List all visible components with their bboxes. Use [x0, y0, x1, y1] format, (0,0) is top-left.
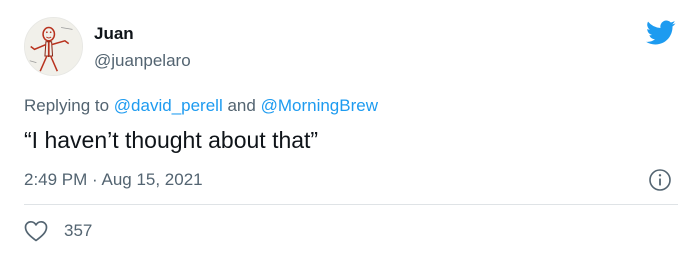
author-handle[interactable]: @juanpelaro	[94, 51, 191, 71]
tweet-timestamp[interactable]: 2:49 PM · Aug 15, 2021	[24, 170, 203, 190]
child-drawing-avatar-icon	[25, 18, 82, 75]
mention-link-morningbrew[interactable]: @MorningBrew	[261, 96, 378, 115]
tweet-text: “I haven’t thought about that”	[24, 127, 319, 153]
reply-connector: and	[227, 96, 256, 115]
heart-icon	[24, 220, 48, 242]
like-count: 357	[64, 221, 93, 240]
info-icon[interactable]	[648, 168, 672, 192]
reply-context: Replying to @david_perell and @MorningBr…	[24, 96, 378, 116]
divider	[24, 204, 678, 205]
twitter-bird-icon[interactable]	[646, 20, 676, 46]
like-button[interactable]: 357	[24, 219, 92, 243]
display-name[interactable]: Juan	[94, 24, 134, 44]
mention-link-david-perell[interactable]: @david_perell	[114, 96, 223, 115]
reply-prefix: Replying to	[24, 96, 110, 115]
avatar[interactable]	[24, 17, 83, 76]
tweet-card: Juan @juanpelaro Replying to @david_pere…	[0, 0, 700, 257]
